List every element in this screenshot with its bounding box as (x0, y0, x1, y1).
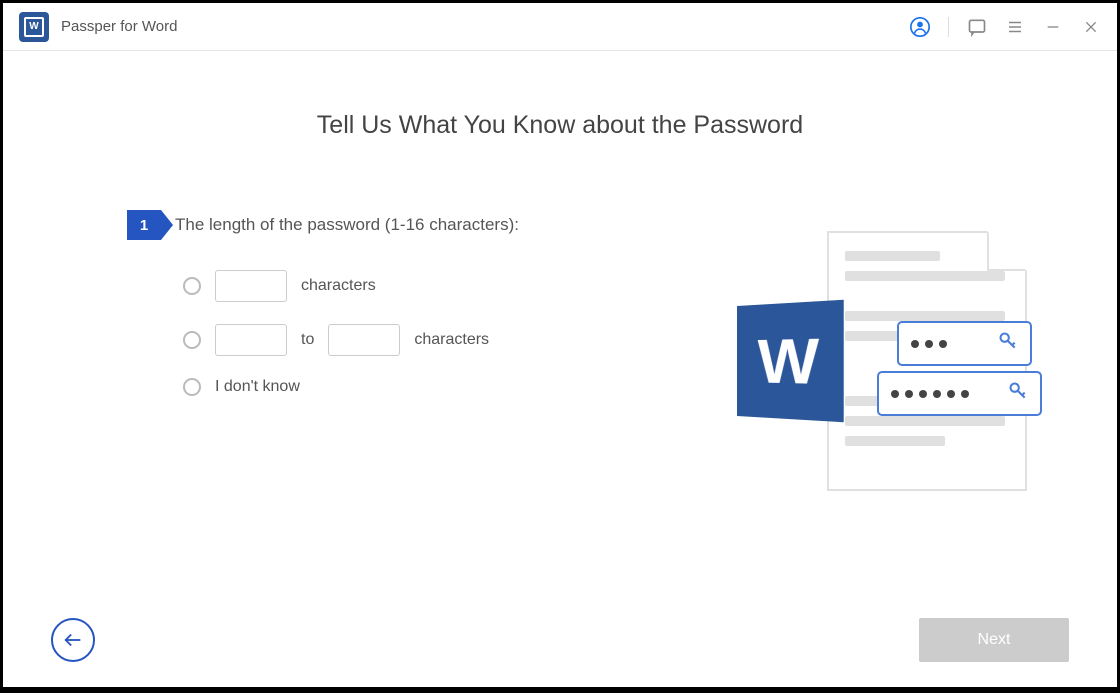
radio-exact[interactable] (183, 277, 201, 295)
key-icon (998, 331, 1018, 356)
close-icon[interactable] (1081, 17, 1101, 37)
next-button[interactable]: Next (919, 618, 1069, 662)
app-logo: W (19, 12, 49, 42)
exact-length-input[interactable] (215, 270, 287, 302)
app-window: W Passper for Word Tell Us What You Know… (3, 3, 1117, 687)
unknown-label: I don't know (215, 378, 300, 396)
range-from-input[interactable] (215, 324, 287, 356)
step-badge: 1 (127, 210, 161, 240)
radio-unknown[interactable] (183, 378, 201, 396)
back-button[interactable] (51, 618, 95, 662)
radio-range[interactable] (183, 331, 201, 349)
titlebar-controls (910, 17, 1101, 37)
range-to-label: to (301, 331, 314, 349)
word-logo-illustration: W (737, 306, 847, 416)
app-title: Passper for Word (61, 18, 177, 35)
exact-suffix-label: characters (301, 277, 376, 295)
password-box-short (897, 321, 1032, 366)
question-text: The length of the password (1-16 charact… (175, 215, 519, 235)
password-box-long (877, 371, 1042, 416)
feedback-icon[interactable] (967, 17, 987, 37)
app-logo-letter: W (24, 17, 44, 37)
range-suffix-label: characters (414, 331, 489, 349)
user-account-icon[interactable] (910, 17, 930, 37)
titlebar-divider (948, 17, 949, 37)
menu-icon[interactable] (1005, 17, 1025, 37)
illustration: W (747, 231, 1027, 511)
range-to-input[interactable] (328, 324, 400, 356)
footer: Next (3, 618, 1117, 662)
titlebar: W Passper for Word (3, 3, 1117, 51)
minimize-icon[interactable] (1043, 17, 1063, 37)
content-area: Tell Us What You Know about the Password… (3, 51, 1117, 687)
key-icon (1008, 381, 1028, 406)
page-heading: Tell Us What You Know about the Password (83, 111, 1037, 140)
